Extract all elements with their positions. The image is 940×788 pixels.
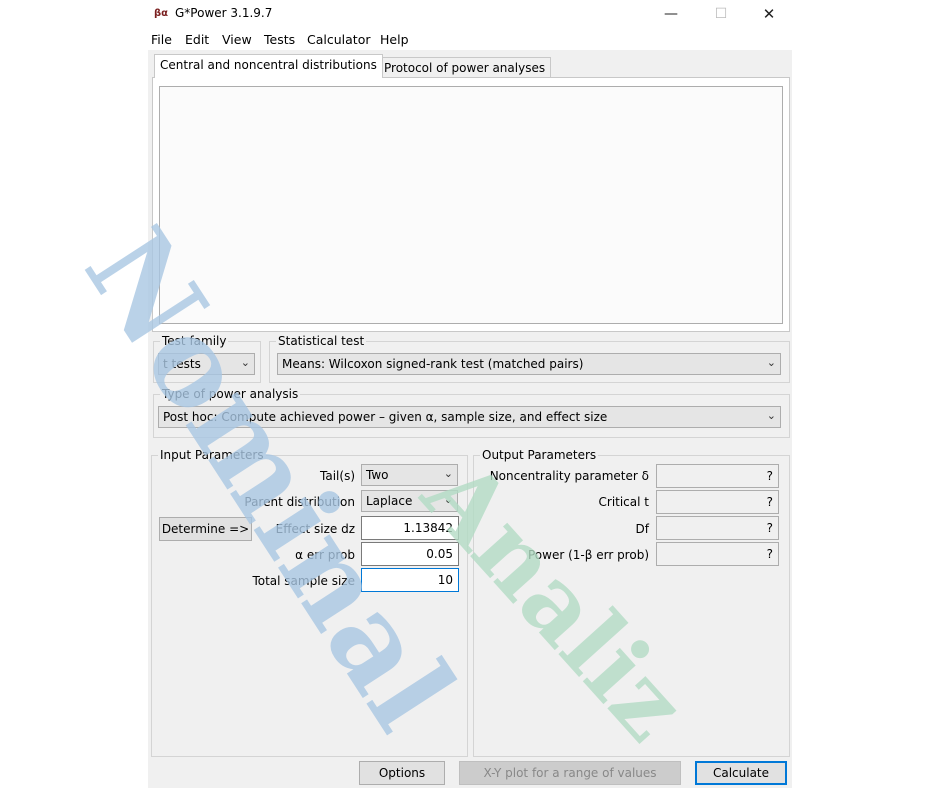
menu-bar: File Edit View Tests Calculator Help (148, 28, 792, 50)
test-family-label: Test family (160, 334, 229, 348)
power-field: ? (656, 542, 779, 566)
menu-calculator[interactable]: Calculator (307, 32, 370, 47)
power-analysis-select[interactable]: Post hoc: Compute achieved power – given… (158, 406, 781, 428)
noncentrality-field: ? (656, 464, 779, 488)
menu-edit[interactable]: Edit (185, 32, 209, 47)
alpha-label: α err prob (295, 548, 355, 562)
power-analysis-value: Post hoc: Compute achieved power – given… (163, 410, 608, 424)
chevron-down-icon: ⌄ (443, 467, 453, 480)
output-parameters-title: Output Parameters (480, 448, 599, 462)
effect-size-field[interactable]: 1.13842 (361, 516, 459, 540)
statistical-test-label: Statistical test (276, 334, 367, 348)
tab-protocol[interactable]: Protocol of power analyses (378, 57, 552, 79)
menu-tests[interactable]: Tests (264, 32, 295, 47)
test-family-value: t tests (163, 357, 201, 371)
gpower-window: βα G*Power 3.1.9.7 — ☐ ✕ File Edit View … (148, 0, 792, 788)
statistical-test-select[interactable]: Means: Wilcoxon signed-rank test (matche… (277, 353, 781, 375)
close-button[interactable]: ✕ (746, 2, 792, 26)
noncentrality-label: Noncentrality parameter δ (489, 469, 649, 483)
input-parameters-title: Input Parameters (158, 448, 266, 462)
minimize-button[interactable]: — (648, 2, 694, 26)
tails-select[interactable]: Two ⌄ (361, 464, 458, 486)
parent-distribution-label: Parent distribution (244, 495, 355, 509)
df-field: ? (656, 516, 779, 540)
menu-help[interactable]: Help (380, 32, 409, 47)
window-title: G*Power 3.1.9.7 (175, 6, 273, 20)
app-icon: βα (154, 8, 169, 19)
power-analysis-label: Type of power analysis (160, 387, 301, 401)
tails-value: Two (366, 468, 389, 482)
options-button[interactable]: Options (359, 761, 445, 785)
chevron-down-icon: ⌄ (240, 356, 250, 369)
statistical-test-value: Means: Wilcoxon signed-rank test (matche… (282, 357, 584, 371)
critical-t-field: ? (656, 490, 779, 514)
parent-distribution-value: Laplace (366, 494, 413, 508)
maximize-button[interactable]: ☐ (698, 2, 744, 26)
tab-distributions[interactable]: Central and noncentral distributions (154, 54, 383, 78)
tails-label: Tail(s) (320, 469, 355, 483)
parent-distribution-select[interactable]: Laplace ⌄ (361, 490, 458, 512)
critical-t-label: Critical t (598, 495, 650, 509)
calculate-button[interactable]: Calculate (695, 761, 787, 785)
xy-plot-button[interactable]: X-Y plot for a range of values (459, 761, 681, 785)
alpha-field[interactable]: 0.05 (361, 542, 459, 566)
title-bar: βα G*Power 3.1.9.7 — ☐ ✕ (148, 0, 792, 28)
menu-view[interactable]: View (222, 32, 252, 47)
sample-size-label: Total sample size (252, 574, 355, 588)
chevron-down-icon: ⌄ (766, 409, 776, 422)
chevron-down-icon: ⌄ (766, 356, 776, 369)
determine-button[interactable]: Determine => (159, 517, 252, 541)
distribution-panel (152, 77, 790, 332)
menu-file[interactable]: File (151, 32, 172, 47)
chevron-down-icon: ⌄ (443, 493, 453, 506)
df-label: Df (635, 522, 649, 536)
effect-size-label: Effect size dz (275, 522, 355, 536)
test-family-select[interactable]: t tests ⌄ (158, 353, 255, 375)
power-label: Power (1-β err prob) (528, 548, 649, 562)
distribution-plot-area (159, 86, 783, 324)
sample-size-field[interactable]: 10 (361, 568, 459, 592)
